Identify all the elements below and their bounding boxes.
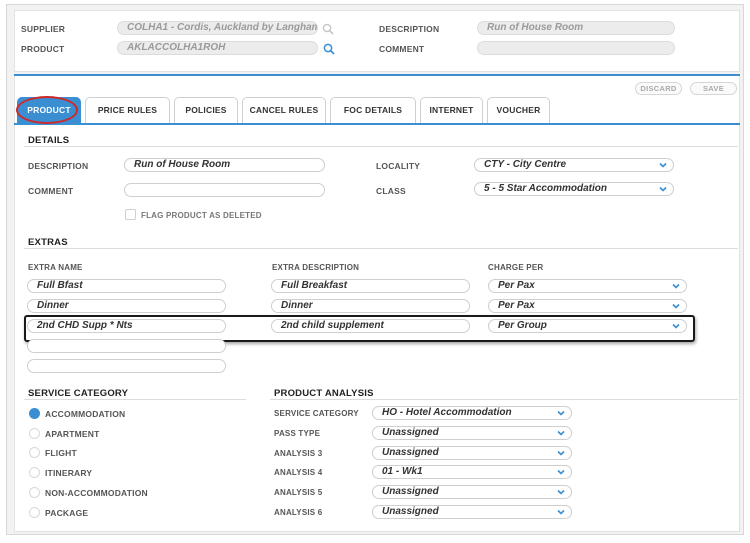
discard-button[interactable]: DISCARD — [635, 82, 682, 95]
service-category-title: SERVICE CATEGORY — [28, 388, 129, 399]
charge-per-select[interactable]: Per Pax — [488, 299, 687, 313]
radio-flight[interactable] — [29, 447, 40, 458]
service-category-rule — [24, 399, 246, 400]
radio-label: PACKAGE — [45, 508, 89, 518]
chevron-down-icon — [557, 509, 565, 515]
extra-description-field[interactable]: Full Breakfast — [271, 279, 470, 293]
tab-cancel-rules[interactable]: CANCEL RULES — [242, 97, 326, 123]
pass-type-select[interactable]: Unassigned — [372, 426, 572, 440]
tab-price-rules[interactable]: PRICE RULES — [85, 97, 170, 123]
analysis-value: Unassigned — [382, 447, 439, 458]
detail-description-field[interactable]: Run of House Room — [124, 158, 325, 172]
analysis-value: HO - Hotel Accommodation — [382, 407, 512, 418]
chevron-down-icon — [557, 489, 565, 495]
radio-apartment[interactable] — [29, 428, 40, 439]
comment-field[interactable] — [477, 41, 675, 55]
supplier-field[interactable]: COLHA1 - Cordis, Auckland by Langham — [117, 21, 318, 35]
class-label: CLASS — [376, 186, 406, 196]
radio-label: FLIGHT — [45, 448, 77, 458]
extra-name-field[interactable]: Dinner — [27, 299, 226, 313]
analysis-6-select[interactable]: Unassigned — [372, 505, 572, 519]
analysis-label: ANALYSIS 6 — [274, 508, 323, 517]
extra-description-header: EXTRA DESCRIPTION — [272, 263, 360, 272]
locality-select[interactable]: CTY - City Centre — [474, 158, 674, 172]
analysis-value: Unassigned — [382, 427, 439, 438]
class-value: 5 - 5 Star Accommodation — [484, 183, 607, 194]
details-rule — [24, 146, 738, 147]
annotation-highlight-box — [24, 315, 695, 342]
charge-per-select[interactable]: Per Pax — [488, 279, 687, 293]
extra-description-field[interactable]: Dinner — [271, 299, 470, 313]
analysis-value: Unassigned — [382, 506, 439, 517]
chevron-down-icon — [659, 186, 667, 192]
extra-name-header: EXTRA NAME — [28, 263, 83, 272]
annotation-circle — [16, 96, 78, 124]
chevron-down-icon — [557, 430, 565, 436]
radio-label: ITINERARY — [45, 468, 93, 478]
detail-comment-label: COMMENT — [28, 186, 74, 196]
radio-label: ACCOMMODATION — [45, 409, 126, 419]
chevron-down-icon — [557, 469, 565, 475]
extras-title: EXTRAS — [28, 237, 68, 248]
radio-non-accommodation[interactable] — [29, 487, 40, 498]
chevron-down-icon — [557, 410, 565, 416]
product-label: PRODUCT — [21, 44, 65, 54]
flag-deleted-checkbox[interactable] — [125, 209, 136, 220]
locality-label: LOCALITY — [376, 161, 421, 171]
analysis-label: ANALYSIS 3 — [274, 449, 323, 458]
description-field[interactable]: Run of House Room — [477, 21, 675, 35]
comment-label: COMMENT — [379, 44, 425, 54]
chevron-down-icon — [672, 303, 680, 309]
flag-deleted-label: FLAG PRODUCT AS DELETED — [141, 211, 262, 220]
chevron-down-icon — [672, 283, 680, 289]
supplier-label: SUPPLIER — [21, 24, 66, 34]
extra-name-field[interactable] — [27, 339, 226, 353]
tab-underline — [14, 123, 740, 125]
tab-internet[interactable]: INTERNET — [420, 97, 483, 123]
service-category-select[interactable]: HO - Hotel Accommodation — [372, 406, 572, 420]
details-title: DETAILS — [28, 135, 70, 146]
radio-accommodation[interactable] — [29, 408, 40, 419]
charge-per-value: Per Pax — [498, 300, 535, 311]
product-field[interactable]: AKLACCOLHA1ROH — [117, 41, 318, 55]
charge-per-header: CHARGE PER — [488, 263, 544, 272]
radio-package[interactable] — [29, 507, 40, 518]
supplier-search-icon[interactable] — [322, 23, 334, 35]
locality-value: CTY - City Centre — [484, 159, 567, 170]
product-analysis-rule — [270, 399, 738, 400]
charge-per-value: Per Pax — [498, 280, 535, 291]
tab-policies[interactable]: POLICIES — [174, 97, 238, 123]
product-analysis-title: PRODUCT ANALYSIS — [274, 388, 374, 399]
analysis-4-select[interactable]: 01 - Wk1 — [372, 465, 572, 479]
tab-foc-details[interactable]: FOC DETAILS — [330, 97, 416, 123]
analysis-value: 01 - Wk1 — [382, 466, 423, 477]
extra-name-field[interactable] — [27, 359, 226, 373]
tab-voucher[interactable]: VOUCHER — [487, 97, 550, 123]
analysis-label: SERVICE CATEGORY — [274, 409, 359, 418]
detail-description-label: DESCRIPTION — [28, 161, 89, 171]
extras-rule — [24, 248, 738, 249]
radio-label: APARTMENT — [45, 429, 100, 439]
analysis-label: ANALYSIS 5 — [274, 488, 323, 497]
extra-name-field[interactable]: Full Bfast — [27, 279, 226, 293]
chevron-down-icon — [557, 450, 565, 456]
class-select[interactable]: 5 - 5 Star Accommodation — [474, 182, 674, 196]
chevron-down-icon — [659, 162, 667, 168]
analysis-label: PASS TYPE — [274, 429, 321, 438]
detail-comment-field[interactable] — [124, 183, 325, 197]
radio-itinerary[interactable] — [29, 467, 40, 478]
analysis-5-select[interactable]: Unassigned — [372, 485, 572, 499]
analysis-value: Unassigned — [382, 486, 439, 497]
description-label: DESCRIPTION — [379, 24, 440, 34]
product-search-icon[interactable] — [323, 43, 335, 55]
radio-label: NON-ACCOMMODATION — [45, 488, 148, 498]
save-button[interactable]: SAVE — [690, 82, 737, 95]
analysis-label: ANALYSIS 4 — [274, 468, 323, 477]
analysis-3-select[interactable]: Unassigned — [372, 446, 572, 460]
